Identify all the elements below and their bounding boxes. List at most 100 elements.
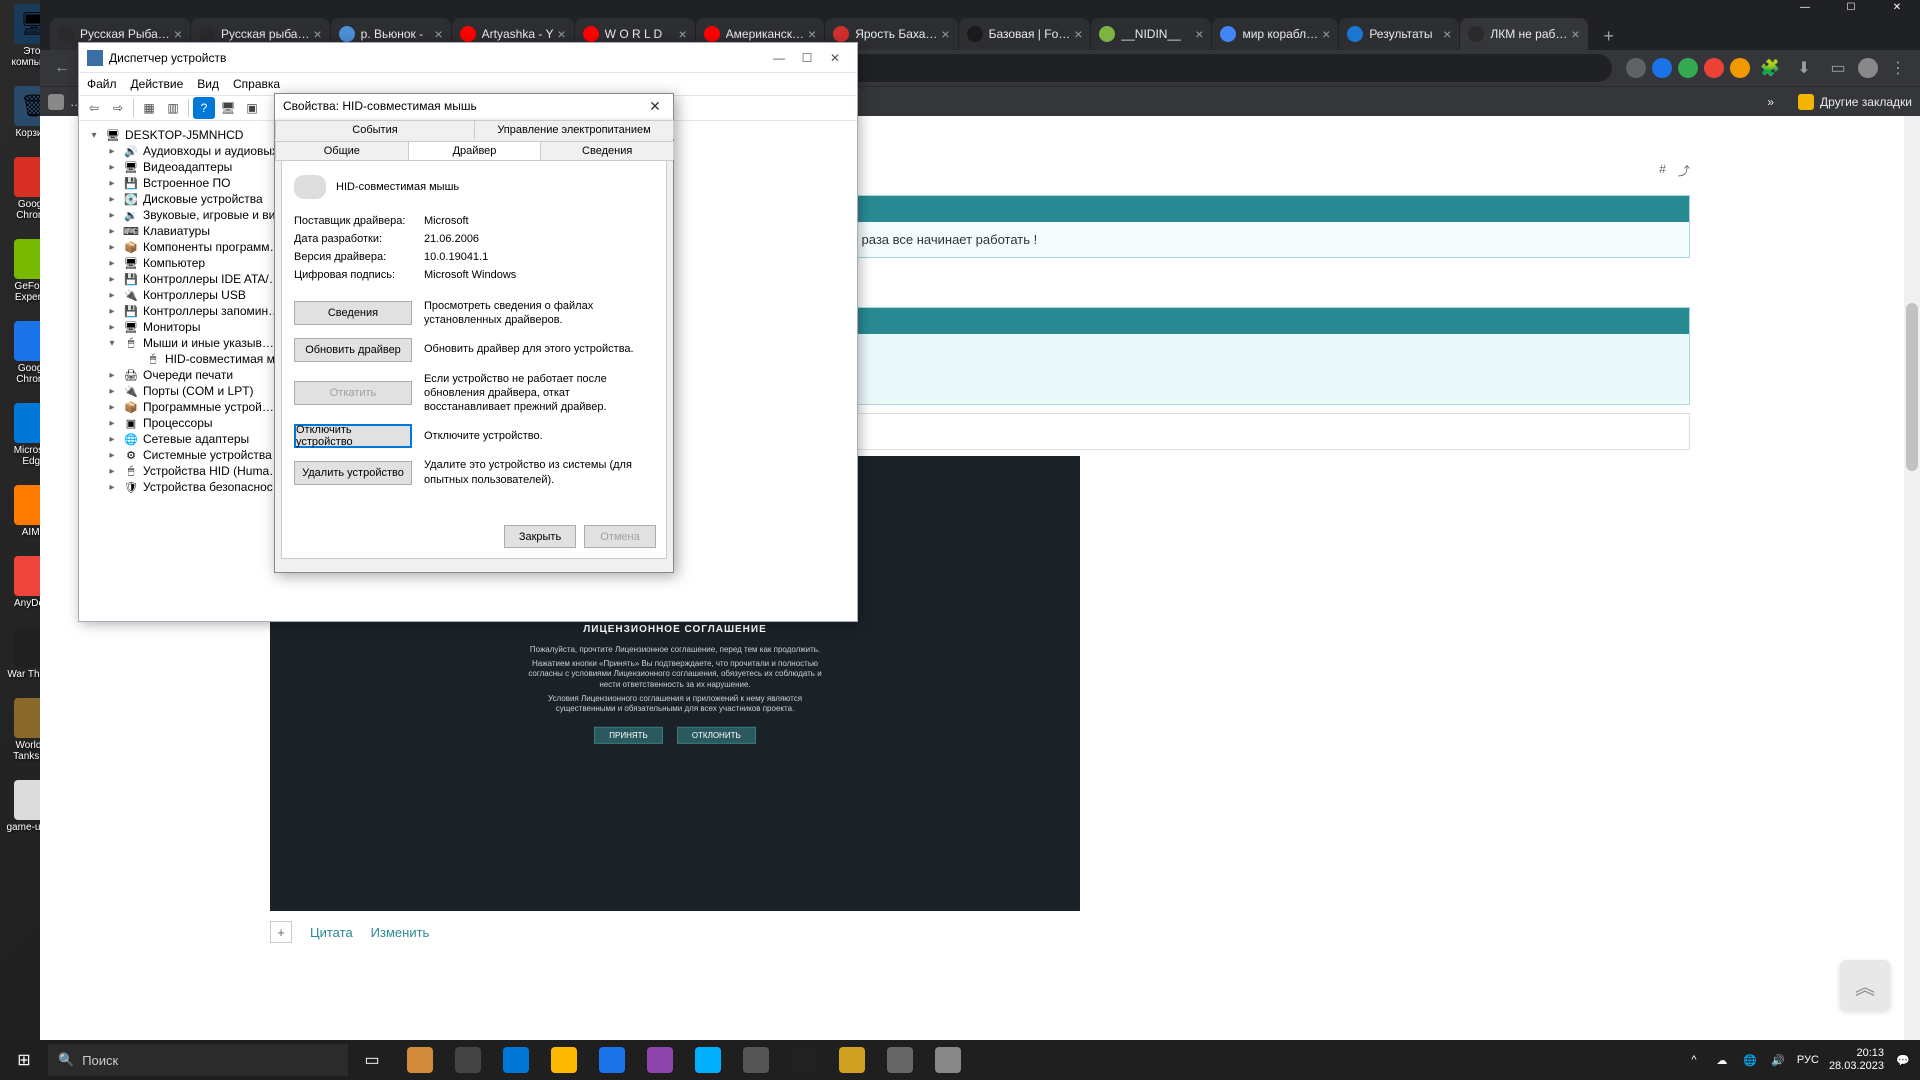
ext-icon[interactable] xyxy=(1626,58,1646,78)
device-icon xyxy=(294,175,326,199)
tab-close-icon[interactable]: × xyxy=(434,26,442,42)
taskbar-app[interactable] xyxy=(444,1040,492,1080)
search-placeholder: Поиск xyxy=(82,1053,118,1068)
tab-close-icon[interactable]: × xyxy=(313,26,321,42)
browser-tab[interactable]: ЛКМ не раб…× xyxy=(1460,18,1587,50)
chrome-menu[interactable]: ⋮ xyxy=(1884,54,1912,82)
taskbar-app[interactable] xyxy=(684,1040,732,1080)
menu-item[interactable]: Справка xyxy=(233,77,280,91)
taskbar-app[interactable] xyxy=(732,1040,780,1080)
tab-close-icon[interactable]: × xyxy=(1322,26,1330,42)
taskbar-app[interactable] xyxy=(396,1040,444,1080)
scroll-to-top-button[interactable]: ︽ xyxy=(1840,960,1890,1010)
page-scrollbar[interactable] xyxy=(1904,116,1920,1050)
driver-action-button[interactable]: Отключить устройство xyxy=(294,424,412,448)
taskbar-app[interactable] xyxy=(636,1040,684,1080)
devmgr-maximize[interactable]: ☐ xyxy=(793,51,821,65)
tray-volume-icon[interactable]: 🔊 xyxy=(1769,1051,1787,1069)
bookmark-icon[interactable]: ▭ xyxy=(1824,54,1852,82)
tray-chevron-icon[interactable]: ^ xyxy=(1685,1051,1703,1069)
taskbar-app[interactable] xyxy=(924,1040,972,1080)
dialog-tab[interactable]: Сведения xyxy=(540,141,674,160)
button-description: Обновить драйвер для этого устройства. xyxy=(424,342,654,356)
taskbar-app[interactable] xyxy=(780,1040,828,1080)
dialog-tab[interactable]: Драйвер xyxy=(408,141,542,160)
menu-item[interactable]: Файл xyxy=(87,77,117,91)
tray-network-icon[interactable]: 🌐 xyxy=(1741,1051,1759,1069)
task-view-button[interactable]: ▭ xyxy=(348,1040,396,1080)
tray-language[interactable]: РУС xyxy=(1797,1054,1819,1066)
search-icon: 🔍 xyxy=(58,1052,74,1068)
quote-button[interactable]: Цитата xyxy=(310,925,353,940)
ext-icon[interactable] xyxy=(1652,58,1672,78)
tray-clock[interactable]: 20:13 28.03.2023 xyxy=(1829,1047,1884,1073)
ext-icon[interactable] xyxy=(1704,58,1724,78)
taskbar-search[interactable]: 🔍 Поиск xyxy=(48,1044,348,1076)
devmgr-close[interactable]: ✕ xyxy=(821,51,849,65)
toolbar-view[interactable]: ▦ xyxy=(138,97,160,119)
taskbar-app[interactable] xyxy=(540,1040,588,1080)
button-description: Отключите устройство. xyxy=(424,429,654,443)
prop-value: 21.06.2006 xyxy=(424,233,479,245)
tray-notifications-icon[interactable]: 💬 xyxy=(1894,1051,1912,1069)
tab-close-icon[interactable]: × xyxy=(1074,26,1082,42)
browser-tab[interactable]: Базовая | Fo…× xyxy=(959,18,1091,50)
browser-maximize[interactable]: ☐ xyxy=(1828,0,1874,14)
browser-close[interactable]: ✕ xyxy=(1874,0,1920,14)
nav-back[interactable]: ← xyxy=(48,54,76,82)
taskbar-app[interactable] xyxy=(876,1040,924,1080)
tree-root[interactable]: DESKTOP-J5MNHCD xyxy=(125,128,243,142)
ext-icon[interactable] xyxy=(1678,58,1698,78)
toolbar-refresh[interactable]: ▣ xyxy=(241,97,263,119)
other-bookmarks[interactable]: Другие закладки xyxy=(1798,94,1912,110)
driver-action-button[interactable]: Удалить устройство xyxy=(294,461,412,485)
toolbar-help[interactable]: ? xyxy=(193,97,215,119)
browser-tab[interactable]: Результаты× xyxy=(1339,18,1459,50)
toolbar-back[interactable]: ⇦ xyxy=(83,97,105,119)
menu-item[interactable]: Действие xyxy=(131,77,184,91)
bookmarks-overflow[interactable]: » xyxy=(1767,95,1774,109)
browser-tab[interactable]: мир корабл…× xyxy=(1212,18,1338,50)
tray-onedrive-icon[interactable]: ☁ xyxy=(1713,1051,1731,1069)
dialog-tab[interactable]: Общие xyxy=(275,141,409,160)
start-button[interactable]: ⊞ xyxy=(0,1040,48,1080)
tab-close-icon[interactable]: × xyxy=(941,26,949,42)
driver-action-button: Откатить xyxy=(294,381,412,405)
driver-action-button[interactable]: Обновить драйвер xyxy=(294,338,412,362)
taskbar-app[interactable] xyxy=(828,1040,876,1080)
browser-minimize[interactable]: — xyxy=(1782,0,1828,14)
dialog-title: Свойства: HID-совместимая мышь xyxy=(283,99,477,113)
add-reaction-button[interactable]: + xyxy=(270,921,292,943)
eula-title: ЛИЦЕНЗИОННОЕ СОГЛАШЕНИЕ xyxy=(525,623,825,634)
close-button[interactable]: Закрыть xyxy=(504,525,576,548)
taskbar-app[interactable] xyxy=(588,1040,636,1080)
tab-close-icon[interactable]: × xyxy=(1195,26,1203,42)
toolbar-forward[interactable]: ⇨ xyxy=(107,97,129,119)
tab-close-icon[interactable]: × xyxy=(1443,26,1451,42)
extensions-icon[interactable]: 🧩 xyxy=(1756,54,1784,82)
dialog-tab[interactable]: События xyxy=(275,120,475,139)
tab-close-icon[interactable]: × xyxy=(808,26,816,42)
menu-item[interactable]: Вид xyxy=(197,77,219,91)
downloads-icon[interactable]: ⬇ xyxy=(1790,54,1818,82)
profile-avatar[interactable] xyxy=(1858,58,1878,78)
tab-close-icon[interactable]: × xyxy=(678,26,686,42)
toolbar-view[interactable]: ▥ xyxy=(162,97,184,119)
post-link-icon[interactable]: # xyxy=(1659,162,1666,179)
driver-action-button[interactable]: Сведения xyxy=(294,301,412,325)
tab-close-icon[interactable]: × xyxy=(1571,26,1579,42)
post-share-icon[interactable]: ⤴ xyxy=(1678,162,1690,179)
dialog-close-icon[interactable]: ✕ xyxy=(645,98,665,115)
edit-button[interactable]: Изменить xyxy=(371,925,430,940)
toolbar-scan[interactable]: 🖥 xyxy=(217,97,239,119)
eula-text: Нажатием кнопки «Принять» Вы подтверждае… xyxy=(525,659,825,690)
taskbar-app[interactable] xyxy=(492,1040,540,1080)
dialog-tab[interactable]: Управление электропитанием xyxy=(474,120,674,139)
devmgr-minimize[interactable]: — xyxy=(765,51,793,65)
tab-close-icon[interactable]: × xyxy=(557,26,565,42)
browser-tab[interactable]: __NIDIN__× xyxy=(1091,18,1211,50)
tab-close-icon[interactable]: × xyxy=(174,26,182,42)
devmgr-title: Диспетчер устройств xyxy=(109,51,226,65)
new-tab-button[interactable]: + xyxy=(1595,22,1623,50)
ext-icon[interactable] xyxy=(1730,58,1750,78)
